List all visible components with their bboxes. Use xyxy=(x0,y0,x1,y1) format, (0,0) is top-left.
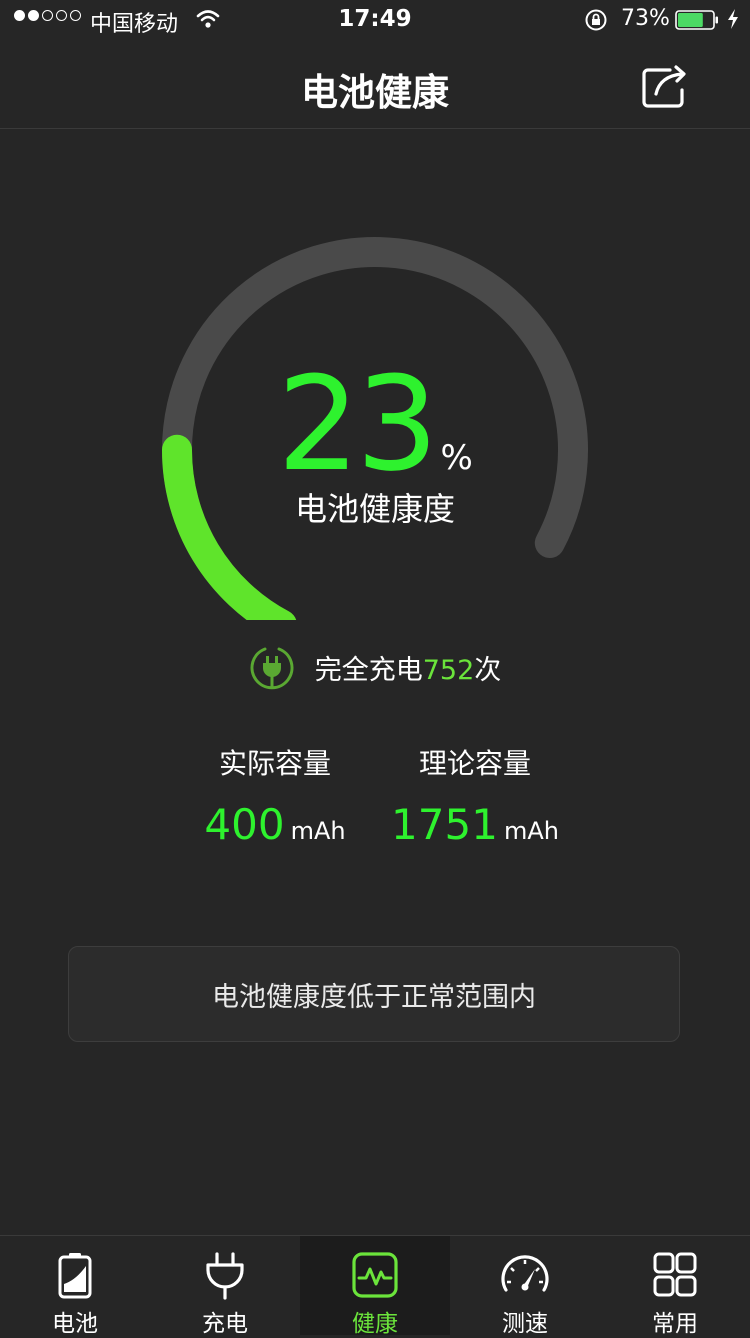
page-title: 电池健康 xyxy=(301,71,449,114)
status-bar: 中国移动 17:49 73% xyxy=(0,0,750,40)
plug-icon xyxy=(250,647,294,690)
actual-capacity-unit: mAh xyxy=(290,817,346,845)
tab-battery[interactable]: 电池 xyxy=(0,1236,150,1337)
tab-label: 健康 xyxy=(352,1311,398,1337)
health-unit: % xyxy=(440,438,473,478)
battery-percent: 73% xyxy=(621,6,670,31)
charge-cycles: 完全充电752次 xyxy=(0,642,750,692)
plug-icon xyxy=(206,1252,244,1300)
share-icon[interactable] xyxy=(640,60,692,112)
battery-icon xyxy=(58,1253,92,1299)
design-capacity-label: 理论容量 xyxy=(418,747,531,780)
tab-label: 测速 xyxy=(502,1311,548,1337)
design-capacity-value: 1751 xyxy=(391,800,498,849)
design-capacity: 理论容量 1751 mAh xyxy=(355,742,595,849)
health-percent: 23% xyxy=(0,348,750,500)
design-capacity-unit: mAh xyxy=(503,817,559,845)
actual-capacity-value: 400 xyxy=(204,800,285,849)
tab-label: 电池 xyxy=(52,1311,98,1337)
rotation-lock-icon xyxy=(585,9,607,31)
charging-bolt-icon xyxy=(728,9,738,29)
speedometer-icon xyxy=(501,1255,549,1292)
tab-common[interactable]: 常用 xyxy=(600,1236,750,1337)
cycles-prefix: 完全充电 xyxy=(314,654,423,686)
tab-bar: 电池 充电 健康 测速 常用 xyxy=(0,1235,750,1337)
pulse-icon xyxy=(352,1252,398,1298)
cycles-count: 752 xyxy=(422,654,475,686)
tab-speed-test[interactable]: 测速 xyxy=(450,1236,600,1337)
tab-health[interactable]: 健康 xyxy=(300,1236,450,1337)
health-notice: 电池健康度低于正常范围内 xyxy=(68,946,680,1042)
cycles-suffix: 次 xyxy=(474,654,502,686)
battery-status-icon xyxy=(675,10,718,30)
tab-label: 常用 xyxy=(652,1311,698,1337)
tab-label: 充电 xyxy=(202,1311,248,1337)
health-value: 23 xyxy=(277,348,438,500)
grid-icon xyxy=(653,1252,697,1297)
nav-bar: 电池健康 xyxy=(0,40,750,129)
health-label: 电池健康度 xyxy=(294,490,455,528)
tab-charge[interactable]: 充电 xyxy=(150,1236,300,1337)
